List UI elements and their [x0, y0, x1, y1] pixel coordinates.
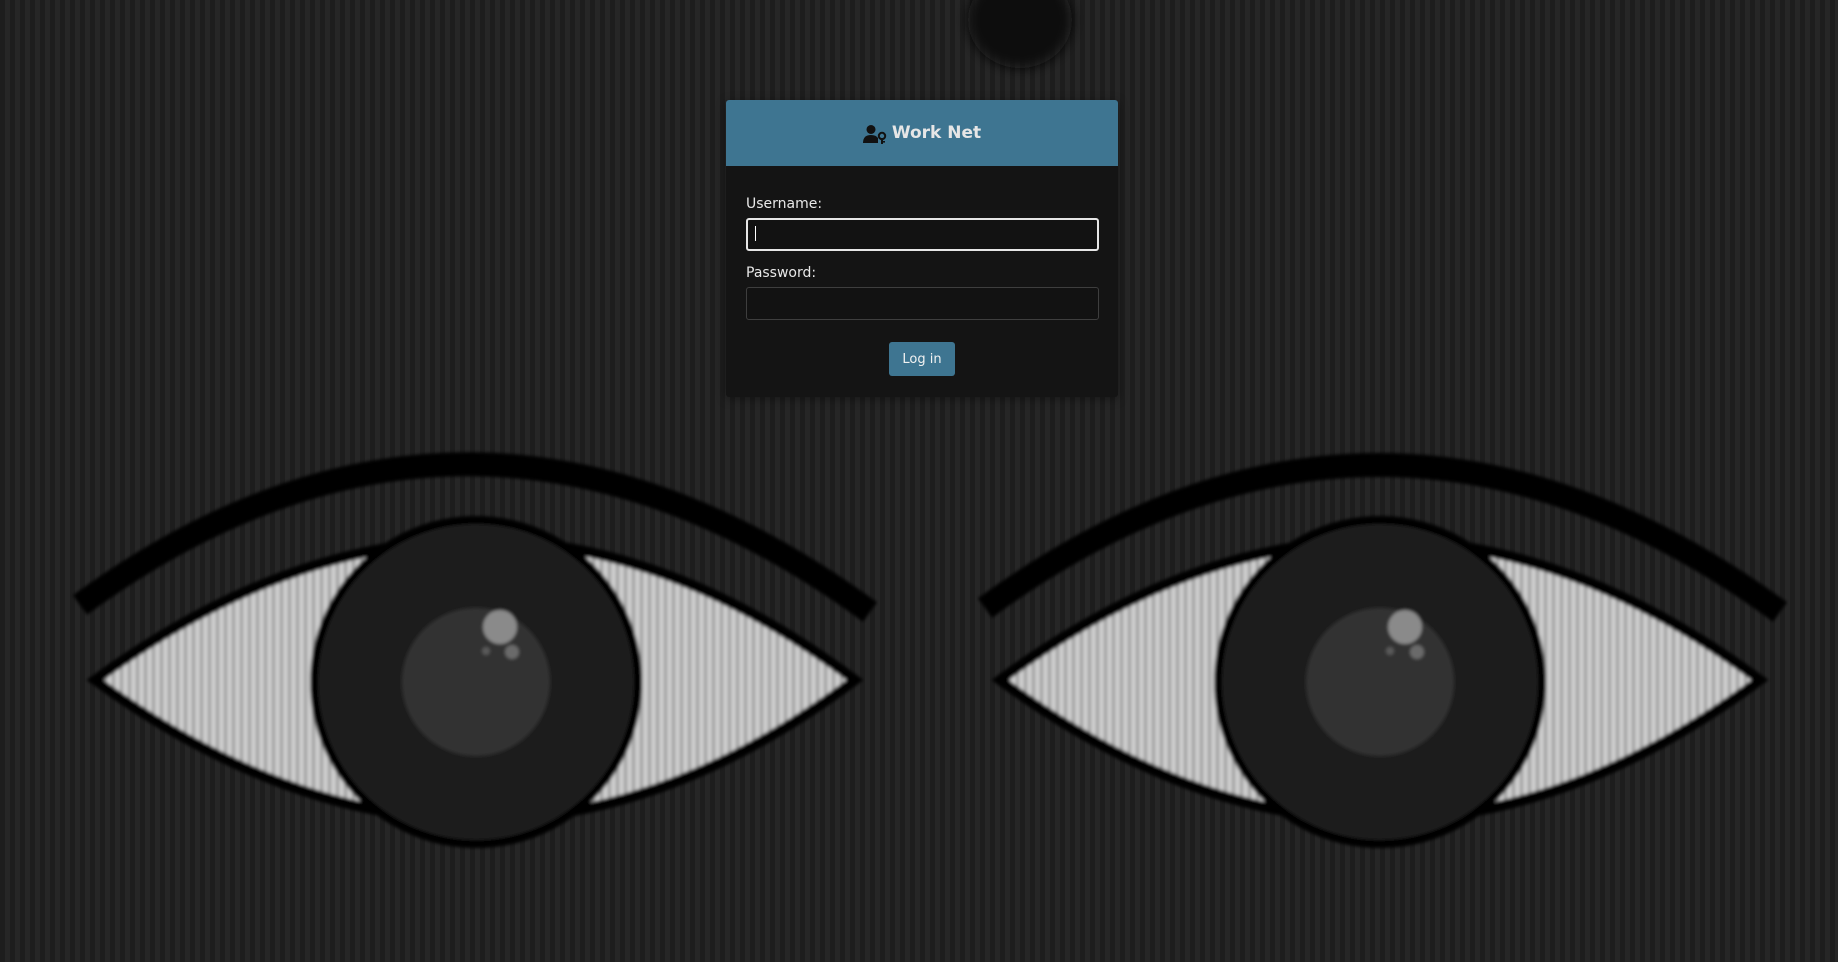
password-group: Password:: [746, 265, 1099, 320]
left-eye: [72, 452, 878, 848]
right-highlight-small: [1410, 645, 1424, 659]
button-row: Log in: [746, 342, 1098, 376]
login-form: Username: Password: Log in: [726, 166, 1118, 376]
username-label: Username:: [746, 196, 823, 212]
username-input[interactable]: [746, 218, 1099, 251]
login-header: Work Net: [726, 100, 1118, 166]
login-button[interactable]: Log in: [889, 342, 955, 376]
top-shadow-blob: [968, 0, 1072, 68]
right-eye: [977, 453, 1788, 848]
user-lock-icon: [862, 124, 887, 144]
username-group: Username:: [746, 196, 1099, 251]
password-label: Password:: [746, 265, 817, 281]
right-pupil: [1306, 608, 1454, 756]
app-title: Work Net: [891, 123, 982, 143]
left-pupil: [402, 608, 550, 756]
right-highlight-large: [1388, 610, 1422, 644]
left-highlight-small: [505, 645, 519, 659]
left-highlight-large: [483, 610, 517, 644]
password-input[interactable]: [746, 287, 1099, 320]
text-caret: [755, 226, 756, 241]
login-panel: Work Net Username: Password: Log in: [726, 100, 1118, 397]
left-highlight-dot: [482, 647, 490, 655]
right-highlight-dot: [1386, 647, 1394, 655]
